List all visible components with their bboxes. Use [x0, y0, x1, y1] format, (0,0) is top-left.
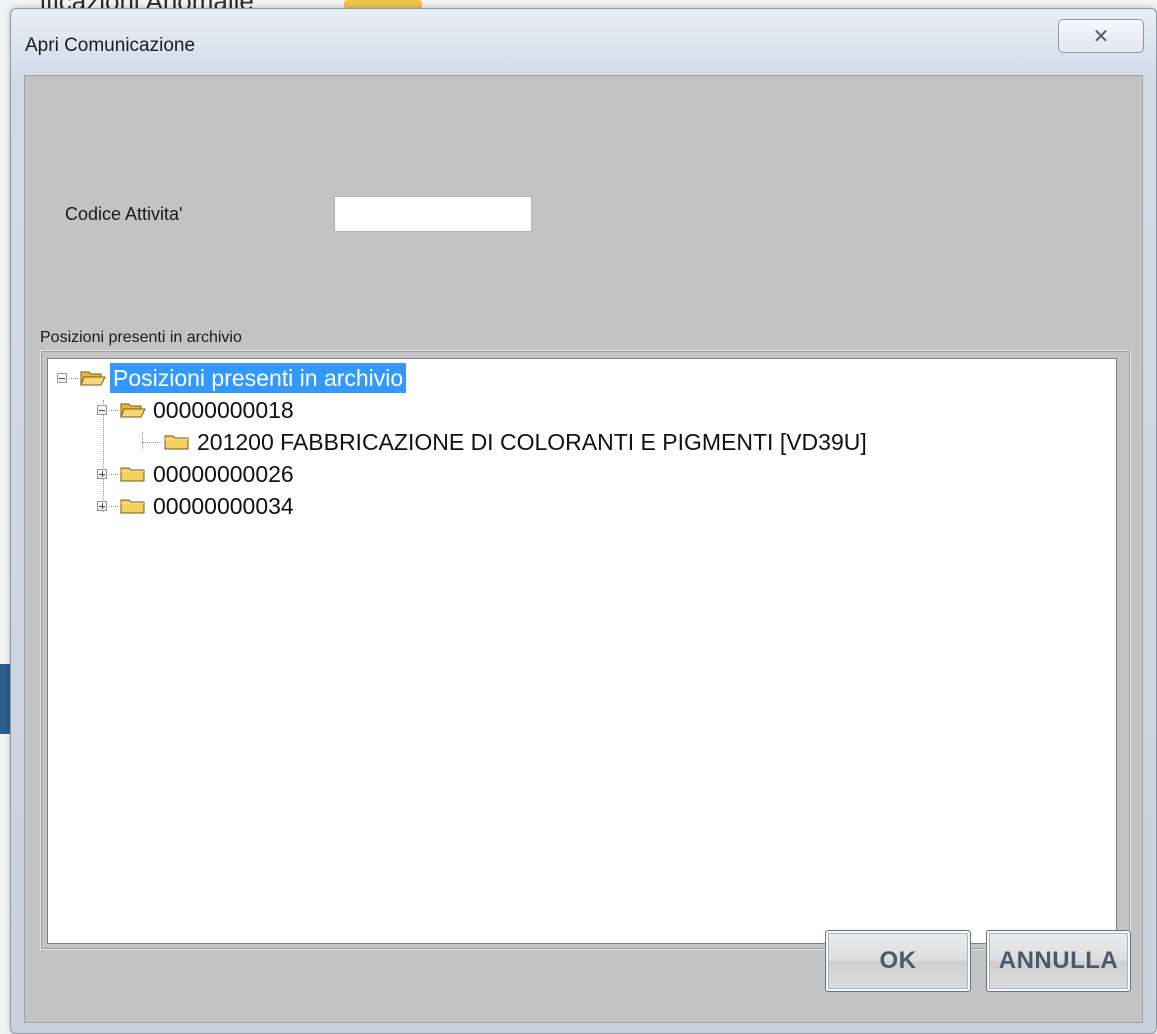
tree-connector [110, 409, 118, 411]
tree-node-label[interactable]: 00000000026 [150, 459, 297, 489]
folder-icon [120, 497, 146, 515]
folder-icon [164, 433, 190, 451]
collapse-icon[interactable] [57, 373, 67, 383]
activity-code-input[interactable] [334, 196, 532, 232]
folder-open-icon [80, 369, 106, 387]
tree-node-label[interactable]: 00000000018 [150, 395, 297, 425]
dialog-client-area: Codice Attivita' Posizioni presenti in a… [24, 75, 1143, 1023]
activity-code-label: Codice Attivita' [65, 204, 183, 224]
open-communication-dialog: Apri Comunicazione ✕ Codice Attivita' Po… [10, 8, 1157, 1034]
tree-connector [142, 441, 162, 443]
tree-node-root[interactable]: Posizioni presenti in archivio [57, 363, 407, 393]
tree-node-label[interactable]: 00000000034 [150, 491, 297, 521]
tree-connector [70, 377, 78, 379]
archive-tree[interactable]: Posizioni presenti in archivio 000000000… [47, 358, 1117, 944]
expand-icon[interactable] [97, 501, 107, 511]
close-icon: ✕ [1092, 24, 1110, 48]
tree-connector [110, 473, 118, 475]
tree-connector [110, 505, 118, 507]
dialog-title: Apri Comunicazione [25, 35, 196, 56]
tree-node-position[interactable]: 00000000034 [97, 491, 297, 521]
folder-open-icon [120, 401, 146, 419]
background-left-accent [0, 664, 10, 734]
cancel-button[interactable]: ANNULLA [986, 930, 1131, 992]
tree-node-label[interactable]: Posizioni presenti in archivio [110, 363, 407, 393]
tree-node-activity[interactable]: 201200 FABBRICAZIONE DI COLORANTI E PIGM… [142, 427, 870, 457]
collapse-icon[interactable] [97, 405, 107, 415]
tree-node-position[interactable]: 00000000018 [97, 395, 297, 425]
archive-groupbox-legend: Posizioni presenti in archivio [39, 329, 245, 347]
close-button[interactable]: ✕ [1058, 19, 1144, 53]
tree-node-position[interactable]: 00000000026 [97, 459, 297, 489]
ok-button[interactable]: OK [825, 930, 971, 992]
folder-icon [120, 465, 146, 483]
expand-icon[interactable] [97, 469, 107, 479]
screen: ificazioni Anomalie Apri Comunicazione ✕… [0, 0, 1157, 1034]
dialog-titlebar[interactable]: Apri Comunicazione ✕ [11, 9, 1156, 75]
tree-node-label[interactable]: 201200 FABBRICAZIONE DI COLORANTI E PIGM… [194, 427, 870, 457]
